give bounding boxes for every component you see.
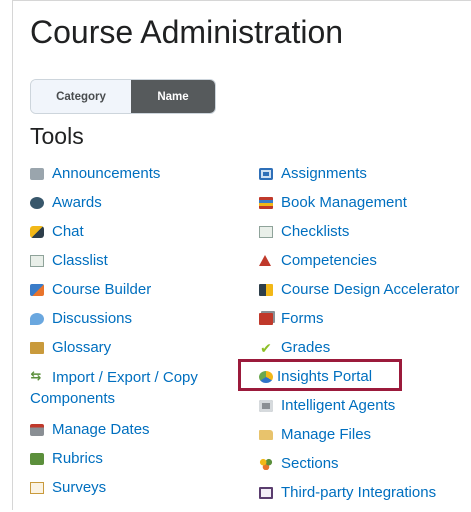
forms-icon <box>259 313 273 325</box>
tool-link-surveys[interactable]: Surveys <box>30 478 235 507</box>
tools-right-column: Assignments Book Management Checklists C… <box>259 164 471 512</box>
rubrics-icon <box>30 453 44 465</box>
tool-link-import-export-copy[interactable]: ⇆ Import / Export / Copy Components <box>30 367 235 409</box>
page-title: Course Administration <box>30 14 344 50</box>
assignments-icon <box>259 168 273 180</box>
discussions-icon <box>30 313 44 325</box>
third-party-integrations-icon <box>259 487 273 499</box>
tool-link-manage-files[interactable]: Manage Files <box>259 425 471 454</box>
awards-icon <box>30 197 44 209</box>
tool-link-awards[interactable]: Awards <box>30 193 235 222</box>
sections-icon <box>259 458 273 470</box>
tool-link-course-builder[interactable]: Course Builder <box>30 280 235 309</box>
tools-left-column: Announcements Awards Chat Classlist Cour… <box>30 164 235 507</box>
tool-link-third-party-integrations[interactable]: Third-party Integrations <box>259 483 471 512</box>
tool-link-classlist[interactable]: Classlist <box>30 251 235 280</box>
grades-icon: ✔ <box>260 340 272 356</box>
tool-link-rubrics[interactable]: Rubrics <box>30 449 235 478</box>
tool-link-assignments[interactable]: Assignments <box>259 164 471 193</box>
course-design-accelerator-icon <box>259 284 273 296</box>
sort-by-category-button[interactable]: Category <box>31 80 131 113</box>
course-builder-icon <box>30 284 44 296</box>
book-management-icon <box>259 197 273 209</box>
manage-dates-icon <box>30 424 44 436</box>
tool-link-course-design-accelerator[interactable]: Course Design Accelerator <box>259 280 471 309</box>
manage-files-icon <box>259 430 273 440</box>
competencies-icon <box>259 255 271 266</box>
tool-link-discussions[interactable]: Discussions <box>30 309 235 338</box>
tool-link-glossary[interactable]: Glossary <box>30 338 235 367</box>
surveys-icon <box>30 482 44 494</box>
sort-by-name-button[interactable]: Name <box>131 80 215 113</box>
tool-link-announcements[interactable]: Announcements <box>30 164 235 193</box>
tool-link-forms[interactable]: Forms <box>259 309 471 338</box>
sort-toggle: Category Name <box>30 79 216 114</box>
tool-link-insights-portal[interactable]: Insights Portal <box>259 367 471 396</box>
tool-link-sections[interactable]: Sections <box>259 454 471 483</box>
announcements-icon <box>30 168 44 180</box>
chat-icon <box>30 226 44 238</box>
tool-link-manage-dates[interactable]: Manage Dates <box>30 420 235 449</box>
tool-link-grades[interactable]: ✔ Grades <box>259 338 471 367</box>
tool-link-book-management[interactable]: Book Management <box>259 193 471 222</box>
checklists-icon <box>259 226 273 238</box>
intelligent-agents-icon <box>259 400 273 412</box>
tool-link-intelligent-agents[interactable]: Intelligent Agents <box>259 396 471 425</box>
tools-heading: Tools <box>30 123 84 149</box>
tool-link-competencies[interactable]: Competencies <box>259 251 471 280</box>
glossary-icon <box>30 342 44 354</box>
insights-portal-icon <box>259 371 273 383</box>
import-export-icon: ⇆ <box>30 368 42 383</box>
tool-link-chat[interactable]: Chat <box>30 222 235 251</box>
tool-link-checklists[interactable]: Checklists <box>259 222 471 251</box>
classlist-icon <box>30 255 44 267</box>
